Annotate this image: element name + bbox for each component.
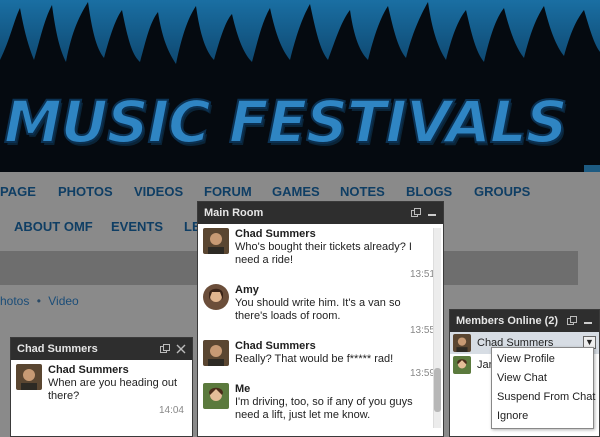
festival-banner: MUSIC FESTIVALS bbox=[0, 0, 600, 172]
primary-nav: PAGE PHOTOS VIDEOS FORUM GAMES NOTES BLO… bbox=[0, 184, 534, 200]
menu-item-ignore[interactable]: Ignore bbox=[492, 407, 593, 426]
breadcrumb-photos[interactable]: hotos bbox=[0, 294, 29, 308]
main-room-title: Main Room bbox=[204, 207, 264, 219]
menu-item-view-profile[interactable]: View Profile bbox=[492, 350, 593, 369]
message-author: Chad Summers bbox=[48, 364, 129, 376]
banner-title: MUSIC FESTIVALS bbox=[3, 87, 569, 157]
message-text: When are you heading out there? bbox=[48, 377, 178, 402]
popout-icon[interactable] bbox=[411, 208, 421, 218]
nav-item-forum[interactable]: FORUM bbox=[204, 184, 272, 200]
nav-item-notes[interactable]: NOTES bbox=[340, 184, 406, 200]
chat-message: Chad Summers Really? That would be f****… bbox=[198, 336, 443, 366]
message-author: Chad Summers bbox=[235, 228, 316, 240]
main-room-header[interactable]: Main Room bbox=[198, 202, 443, 224]
avatar bbox=[203, 383, 229, 409]
message-author: Chad Summers bbox=[235, 340, 316, 352]
scrollbar-thumb[interactable] bbox=[434, 368, 441, 412]
avatar bbox=[453, 356, 471, 374]
chat-message: Amy You should write him. It's a van so … bbox=[198, 280, 443, 323]
avatar bbox=[203, 340, 229, 366]
message-time: 13:59 bbox=[409, 368, 435, 379]
chat-message: Chad Summers Who's bought their tickets … bbox=[198, 224, 443, 267]
avatar bbox=[16, 364, 42, 390]
message-text: You should write him. It's a van so ther… bbox=[235, 297, 401, 322]
members-title: Members Online (2) bbox=[456, 315, 559, 327]
message-time: 13:51 bbox=[409, 269, 435, 280]
message-time: 13:55 bbox=[409, 325, 435, 336]
minimize-icon[interactable] bbox=[427, 208, 437, 218]
breadcrumb-separator: • bbox=[36, 294, 41, 308]
message-text: Really? That would be f***** rad! bbox=[235, 353, 394, 365]
avatar bbox=[203, 284, 229, 310]
message-author: Me bbox=[235, 383, 251, 395]
nav-item-about[interactable]: ABOUT OMF bbox=[14, 219, 111, 234]
private-chat-header[interactable]: Chad Summers bbox=[11, 338, 192, 360]
message-text: Who's bought their tickets already? I ne… bbox=[235, 241, 412, 266]
nav-item-groups[interactable]: GROUPS bbox=[474, 184, 534, 200]
menu-item-view-chat[interactable]: View Chat bbox=[492, 369, 593, 388]
message-time: 14:04 bbox=[158, 405, 184, 416]
nav-item-photos[interactable]: PHOTOS bbox=[58, 184, 134, 200]
avatar bbox=[203, 228, 229, 254]
popout-icon[interactable] bbox=[160, 344, 170, 354]
members-header[interactable]: Members Online (2) bbox=[450, 310, 599, 332]
menu-item-suspend[interactable]: Suspend From Chat bbox=[492, 388, 595, 407]
nav-item-videos[interactable]: VIDEOS bbox=[134, 184, 204, 200]
close-icon[interactable] bbox=[176, 344, 186, 354]
avatar bbox=[453, 334, 471, 352]
nav-item-games[interactable]: GAMES bbox=[272, 184, 340, 200]
breadcrumb-video[interactable]: Video bbox=[48, 294, 78, 308]
chat-message: Chad Summers When are you heading out th… bbox=[11, 360, 192, 403]
secondary-nav: ABOUT OMF EVENTS LE bbox=[14, 219, 214, 234]
message-author: Amy bbox=[235, 284, 259, 296]
popout-icon[interactable] bbox=[567, 316, 577, 326]
message-text: I'm driving, too, so if any of you guys … bbox=[235, 396, 413, 421]
minimize-icon[interactable] bbox=[583, 316, 593, 326]
member-context-menu: View Profile View Chat Suspend From Chat… bbox=[491, 347, 595, 429]
nav-item-page[interactable]: PAGE bbox=[0, 184, 50, 200]
main-room-window: Main Room Chad Summers Who's bought thei… bbox=[197, 201, 444, 437]
chat-scrollbar[interactable] bbox=[433, 228, 441, 428]
private-chat-window: Chad Summers Chad Summers When are you h… bbox=[10, 337, 193, 437]
chat-message: Me I'm driving, too, so if any of you gu… bbox=[198, 379, 443, 422]
breadcrumb: hotos • Video bbox=[0, 294, 79, 308]
nav-item-blogs[interactable]: BLOGS bbox=[406, 184, 474, 200]
nav-item-events[interactable]: EVENTS bbox=[111, 219, 184, 234]
private-chat-title: Chad Summers bbox=[17, 343, 98, 355]
